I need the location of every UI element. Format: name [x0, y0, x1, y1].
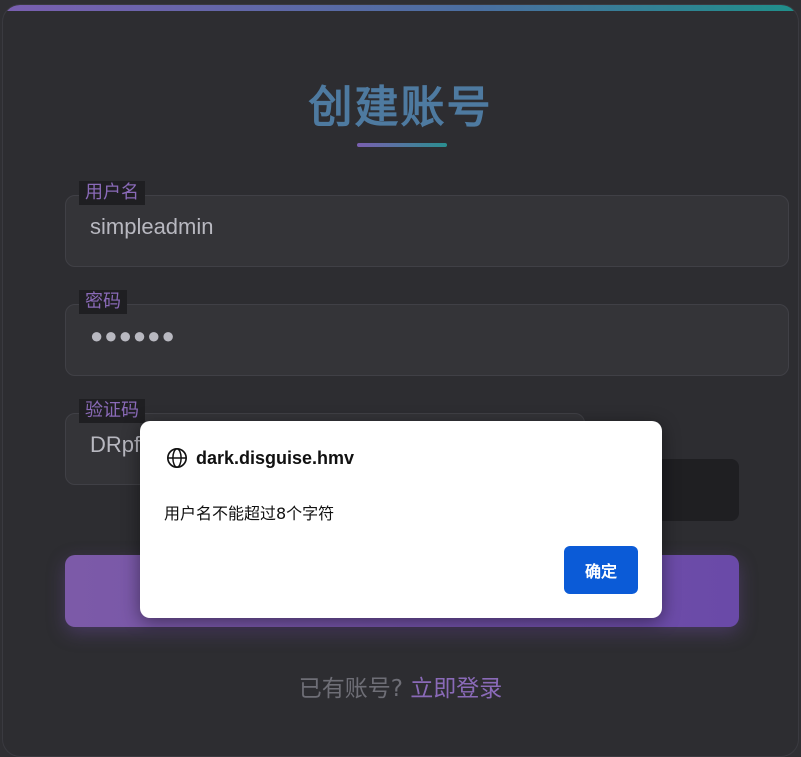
dialog-message: 用户名不能超过8个字符 — [164, 504, 335, 523]
dialog-header: dark.disguise.hmv — [166, 447, 354, 469]
alert-dialog: dark.disguise.hmv 用户名不能超过8个字符 确定 — [140, 421, 662, 618]
globe-icon — [167, 448, 187, 468]
alert-overlay: dark.disguise.hmv 用户名不能超过8个字符 确定 — [0, 0, 801, 757]
ok-button[interactable]: 确定 — [564, 546, 638, 594]
dialog-host: dark.disguise.hmv — [196, 447, 355, 468]
